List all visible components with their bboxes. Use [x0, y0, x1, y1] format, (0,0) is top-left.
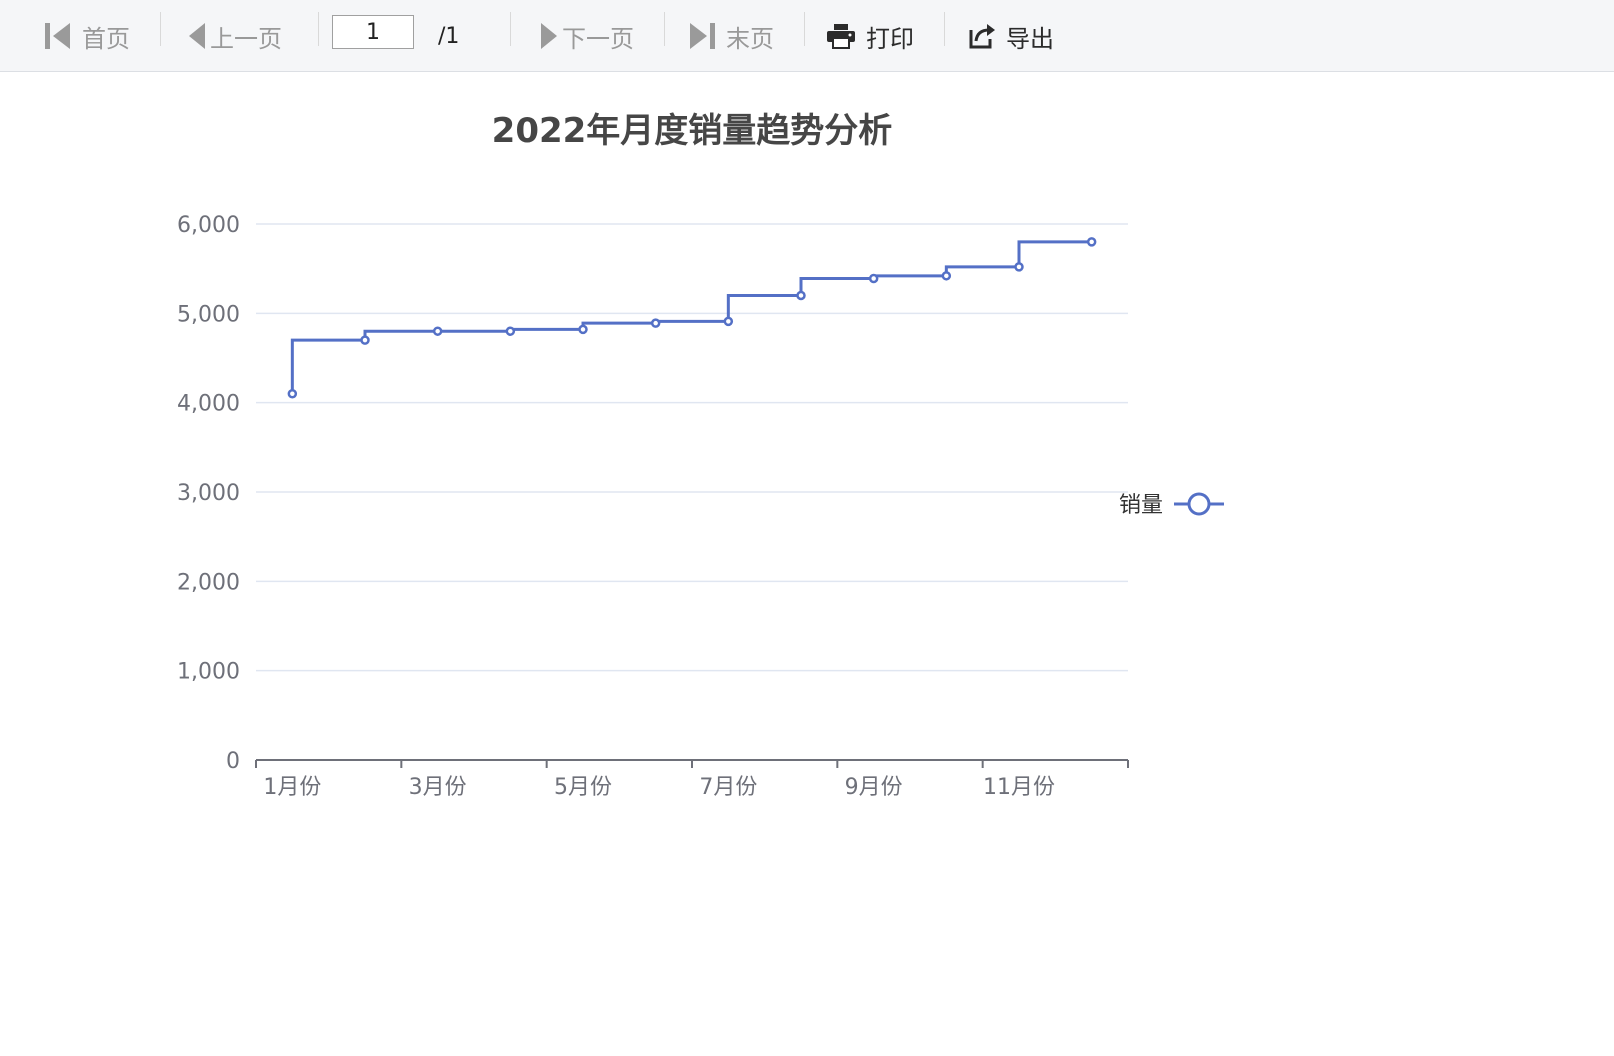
data-point — [505, 326, 516, 336]
toolbar-divider — [804, 12, 805, 46]
page-number-input[interactable] — [332, 15, 414, 49]
data-point — [941, 271, 952, 281]
x-tick-label: 1月份 — [263, 775, 321, 800]
y-axis-labels: 0 1,000 2,000 3,000 4,000 5,000 6,000 — [177, 213, 240, 774]
y-tick-label: 4,000 — [177, 392, 240, 417]
export-button[interactable]: 导出 — [968, 0, 1054, 72]
legend[interactable]: 销量 — [1119, 492, 1224, 518]
prev-page-button[interactable]: 上一页 — [188, 0, 282, 72]
x-axis: 1月份 3月份 5月份 7月份 9月份 11月份 — [255, 759, 1129, 800]
x-tick-label: 11月份 — [983, 775, 1055, 800]
data-point — [578, 324, 588, 335]
sales-trend-chart: 2022年月度销量趋势分析 0 1,000 2,000 3,000 4,000 5,000… — [177, 111, 1224, 800]
y-tick-label: 5,000 — [177, 302, 240, 327]
legend-marker — [1187, 492, 1211, 516]
x-tick-label: 5月份 — [554, 775, 612, 800]
data-point — [1014, 262, 1024, 272]
y-tick-label: 1,000 — [177, 660, 240, 685]
last-page-button[interactable]: 末页 — [688, 0, 774, 72]
data-point — [868, 273, 879, 284]
next-page-label: 下一页 — [562, 24, 634, 53]
print-label: 打印 — [866, 24, 914, 53]
grid-lines — [256, 223, 1128, 672]
toolbar-divider — [318, 12, 319, 46]
series-sales — [287, 237, 1097, 399]
page-total: /1 — [438, 23, 460, 49]
x-tick-label: 3月份 — [409, 775, 467, 800]
toolbar-divider — [664, 12, 665, 46]
last-page-label: 末页 — [726, 24, 774, 53]
last-page-icon — [690, 23, 715, 49]
next-page-icon — [541, 23, 557, 49]
prev-page-icon — [189, 23, 205, 49]
data-point — [1086, 237, 1097, 247]
first-page-button[interactable]: 首页 — [44, 0, 130, 72]
y-tick-label: 0 — [226, 749, 240, 774]
first-page-icon — [45, 23, 70, 49]
x-tick-label: 9月份 — [845, 775, 903, 800]
data-point — [287, 388, 298, 399]
chart-title: 2022年月度销量趋势分析 — [492, 111, 893, 151]
export-icon — [969, 24, 995, 49]
export-label: 导出 — [1006, 24, 1054, 53]
series-line — [290, 240, 1092, 394]
printer-icon — [827, 24, 855, 49]
toolbar-divider — [160, 12, 161, 46]
prev-page-label: 上一页 — [210, 24, 282, 53]
legend-label: 销量 — [1119, 493, 1163, 518]
data-point — [432, 326, 443, 336]
y-tick-label: 3,000 — [177, 481, 240, 506]
data-point — [360, 335, 370, 345]
data-point — [650, 318, 661, 328]
report-toolbar: 首页 上一页 /1 下一页 末页 打印 导出 — [0, 0, 1614, 72]
y-tick-label: 2,000 — [177, 570, 240, 595]
data-point — [723, 316, 734, 327]
next-page-button[interactable]: 下一页 — [540, 0, 634, 72]
y-tick-label: 6,000 — [177, 213, 240, 238]
print-button[interactable]: 打印 — [826, 0, 914, 72]
toolbar-divider — [510, 12, 511, 46]
toolbar-divider — [944, 12, 945, 46]
first-page-label: 首页 — [82, 24, 130, 53]
data-point — [796, 290, 806, 301]
x-tick-label: 7月份 — [699, 775, 757, 800]
